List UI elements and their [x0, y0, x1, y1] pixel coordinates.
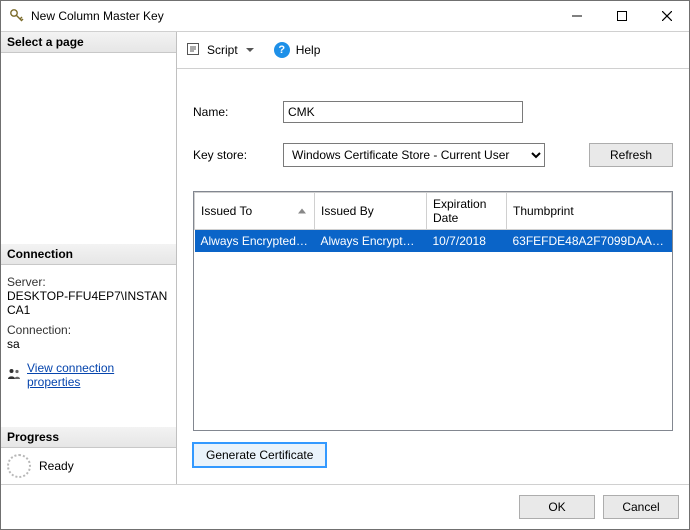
cancel-button[interactable]: Cancel — [603, 495, 679, 519]
generate-certificate-button[interactable]: Generate Certificate — [193, 443, 326, 467]
cell-expiration: 10/7/2018 — [427, 230, 507, 253]
col-issued-to[interactable]: Issued To — [195, 193, 315, 230]
progress-panel: Ready — [1, 448, 176, 484]
dialog-footer: OK Cancel — [1, 484, 689, 529]
server-value: DESKTOP-FFU4EP7\INSTANCA1 — [7, 289, 170, 317]
key-icon — [9, 8, 25, 24]
sort-asc-icon — [298, 209, 306, 214]
progress-status: Ready — [39, 459, 74, 473]
col-thumbprint[interactable]: Thumbprint — [507, 193, 672, 230]
people-icon — [7, 367, 21, 384]
connection-label: Connection: — [7, 323, 170, 337]
connection-panel: Server: DESKTOP-FFU4EP7\INSTANCA1 Connec… — [1, 265, 176, 393]
name-input[interactable] — [283, 101, 523, 123]
cell-issued-to: Always Encrypted ... — [195, 230, 315, 253]
window-controls — [554, 1, 689, 31]
col-expiration[interactable]: Expiration Date — [427, 193, 507, 230]
view-connection-properties-link[interactable]: View connection properties — [27, 361, 170, 389]
script-button[interactable]: Script — [207, 43, 238, 57]
connection-header: Connection — [1, 244, 176, 265]
help-button[interactable]: Help — [296, 43, 321, 57]
chevron-down-icon[interactable] — [246, 48, 254, 52]
connection-value: sa — [7, 337, 170, 351]
window-title: New Column Master Key — [31, 9, 554, 23]
progress-spinner-icon — [7, 454, 31, 478]
col-issued-by[interactable]: Issued By — [315, 193, 427, 230]
help-icon: ? — [274, 42, 290, 58]
titlebar: New Column Master Key — [1, 1, 689, 32]
cell-thumbprint: 63FEFDE48A2F7099DAAD24... — [507, 230, 672, 253]
table-header-row: Issued To Issued By Expiration Date Thum… — [195, 193, 672, 230]
table-row[interactable]: Always Encrypted ... Always Encrypted ..… — [195, 230, 672, 253]
main-panel: Script ? Help Name: Key store: Windows C… — [177, 32, 689, 484]
minimize-button[interactable] — [554, 1, 599, 31]
keystore-label: Key store: — [193, 148, 271, 162]
dialog-new-column-master-key: New Column Master Key Select a page Conn… — [0, 0, 690, 530]
cell-issued-by: Always Encrypted ... — [315, 230, 427, 253]
keystore-select[interactable]: Windows Certificate Store - Current User — [283, 143, 545, 167]
name-label: Name: — [193, 105, 271, 119]
close-button[interactable] — [644, 1, 689, 31]
ok-button[interactable]: OK — [519, 495, 595, 519]
toolbar: Script ? Help — [177, 32, 689, 69]
maximize-button[interactable] — [599, 1, 644, 31]
sidebar: Select a page Connection Server: DESKTOP… — [1, 32, 177, 484]
progress-header: Progress — [1, 427, 176, 448]
script-icon — [185, 41, 201, 60]
server-label: Server: — [7, 275, 170, 289]
refresh-button[interactable]: Refresh — [589, 143, 673, 167]
select-page-header: Select a page — [1, 32, 176, 53]
certificates-table: Issued To Issued By Expiration Date Thum… — [193, 191, 673, 431]
